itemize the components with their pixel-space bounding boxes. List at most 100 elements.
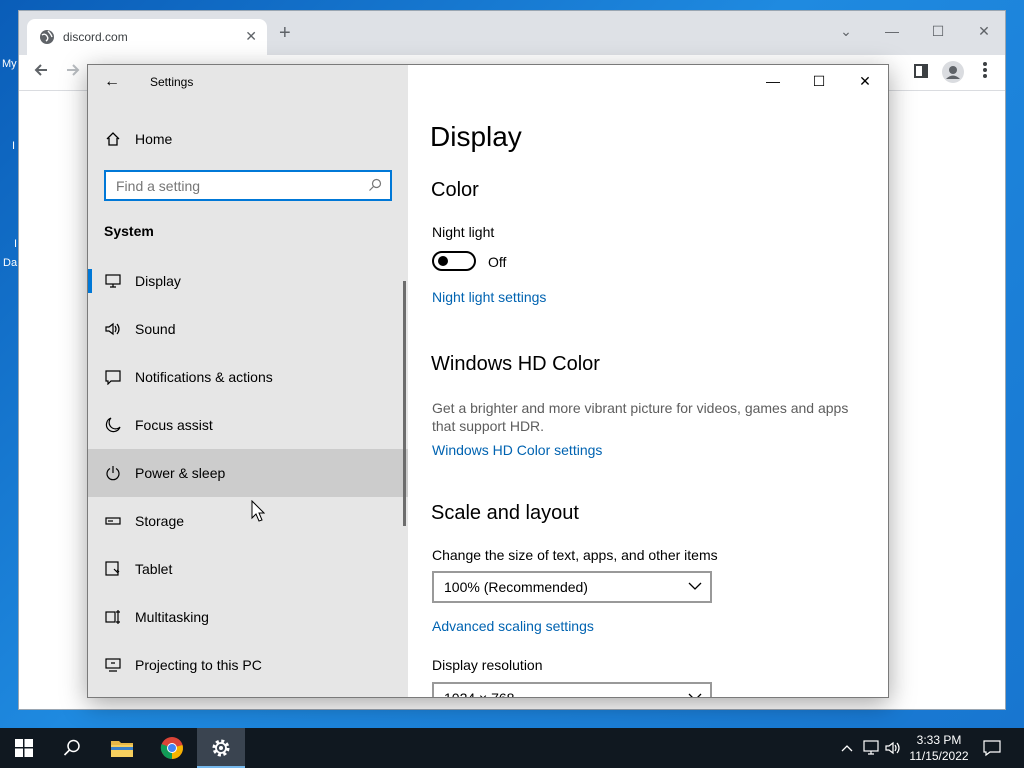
sidebar-item-notifications[interactable]: Notifications & actions — [88, 353, 408, 401]
search-input[interactable] — [106, 172, 356, 199]
resolution-value: 1024 × 768 — [444, 690, 515, 698]
sidebar-item-label: Multitasking — [135, 609, 209, 625]
sidebar-item-label: Notifications & actions — [135, 369, 273, 385]
night-light-state: Off — [488, 254, 507, 270]
window-title: Settings — [150, 75, 194, 89]
hd-color-description: Get a brighter and more vibrant picture … — [432, 400, 849, 434]
close-tab-icon[interactable]: ✕ — [245, 28, 257, 45]
scale-label: Change the size of text, apps, and other… — [432, 547, 718, 563]
settings-sidebar: ← Settings Home System Display — [88, 65, 408, 697]
start-button[interactable] — [0, 728, 48, 768]
chrome-icon — [160, 737, 183, 759]
forward-arrow-icon[interactable] — [61, 61, 85, 85]
home-icon — [104, 130, 122, 148]
sidebar-item-focus-assist[interactable]: Focus assist — [88, 401, 408, 449]
taskbar: 3:33 PM 11/15/2022 — [0, 728, 1024, 768]
minimize-button[interactable]: — — [750, 65, 796, 97]
desktop-icon-label[interactable]: Da — [3, 257, 17, 269]
toggle-knob — [438, 256, 448, 266]
sidebar-item-label: Tablet — [135, 561, 173, 577]
color-heading: Color — [431, 179, 479, 201]
sidebar-item-power-sleep[interactable]: Power & sleep — [88, 449, 408, 497]
taskbar-search-button[interactable] — [48, 728, 96, 768]
back-button[interactable]: ← — [100, 70, 124, 94]
sidebar-item-label: Sound — [135, 321, 176, 337]
night-light-label: Night light — [432, 224, 495, 240]
search-icon — [63, 739, 80, 756]
maximize-button[interactable]: ☐ — [796, 65, 842, 97]
hd-color-heading: Windows HD Color — [431, 353, 600, 375]
clock-date: 11/15/2022 — [909, 749, 969, 763]
sidebar-item-projecting[interactable]: Projecting to this PC — [88, 641, 408, 689]
tab-search-icon[interactable]: ⌄ — [823, 17, 869, 45]
close-button[interactable]: ✕ — [842, 65, 888, 97]
settings-window: ← Settings Home System Display — [87, 64, 889, 698]
notification-icon — [104, 368, 122, 386]
globe-icon — [40, 30, 54, 44]
clock-time: 3:33 PM — [916, 733, 962, 747]
sidebar-item-storage[interactable]: Storage — [88, 497, 408, 545]
sidebar-item-display[interactable]: Display — [88, 257, 408, 305]
sidebar-scrollbar[interactable] — [403, 281, 406, 526]
new-tab-button[interactable]: + — [279, 23, 291, 43]
profile-avatar-icon[interactable] — [941, 61, 965, 85]
desktop-icon-label[interactable]: My — [2, 58, 17, 70]
resolution-dropdown[interactable]: 1024 × 768 — [432, 682, 712, 698]
sidebar-item-label: Power & sleep — [135, 465, 226, 481]
folder-icon — [111, 741, 133, 757]
browser-close-button[interactable]: ✕ — [961, 17, 1007, 45]
power-icon — [104, 464, 122, 482]
advanced-scaling-link[interactable]: Advanced scaling settings — [432, 618, 594, 634]
page-title: Display — [430, 121, 522, 152]
chevron-down-icon — [688, 582, 702, 590]
taskbar-chrome[interactable] — [148, 728, 196, 768]
display-settings-content: — ☐ ✕ Display Color Night light Off Nigh… — [408, 65, 888, 697]
hd-color-settings-link[interactable]: Windows HD Color settings — [432, 442, 602, 458]
browser-tab-title: discord.com — [63, 30, 128, 44]
browser-maximize-button[interactable]: ☐ — [915, 17, 961, 45]
sidebar-item-label: Display — [135, 273, 181, 289]
sidebar-item-label: Storage — [135, 513, 185, 529]
show-hidden-icons-chevron[interactable] — [837, 738, 857, 758]
taskbar-settings[interactable] — [197, 728, 245, 768]
network-icon[interactable] — [861, 738, 881, 758]
search-icon[interactable] — [368, 178, 382, 192]
browser-minimize-button[interactable]: — — [869, 17, 915, 45]
browser-tab-bar: discord.com ✕ + ⌄ — ☐ ✕ — [19, 11, 1005, 55]
scale-layout-heading: Scale and layout — [431, 502, 579, 524]
sidebar-item-sound[interactable]: Sound — [88, 305, 408, 353]
browser-tab[interactable]: discord.com ✕ — [27, 19, 267, 55]
chevron-down-icon — [688, 693, 702, 697]
home-nav-item[interactable]: Home — [104, 127, 172, 151]
sidebar-item-tablet[interactable]: Tablet — [88, 545, 408, 593]
tablet-icon — [104, 560, 122, 578]
speaker-icon — [104, 320, 122, 338]
multitasking-icon — [104, 608, 122, 626]
moon-icon — [104, 416, 122, 434]
night-light-toggle[interactable] — [432, 251, 476, 271]
taskbar-file-explorer[interactable] — [98, 728, 146, 768]
desktop-icon-label[interactable]: I — [14, 238, 17, 250]
scale-value: 100% (Recommended) — [444, 579, 588, 595]
gear-icon — [212, 739, 230, 757]
home-label: Home — [135, 131, 173, 147]
back-arrow-icon[interactable] — [29, 61, 53, 85]
projecting-icon — [104, 656, 122, 674]
storage-icon — [104, 512, 122, 530]
windows-logo-icon — [15, 739, 33, 757]
settings-nav-list: Display Sound Notifications & actions Fo… — [88, 257, 408, 689]
mouse-cursor-icon — [251, 500, 265, 522]
action-center-icon[interactable] — [982, 738, 1002, 758]
sidebar-item-multitasking[interactable]: Multitasking — [88, 593, 408, 641]
volume-icon[interactable] — [884, 738, 904, 758]
side-panel-icon[interactable] — [909, 61, 933, 85]
desktop-icon-label[interactable]: I — [12, 140, 15, 152]
resolution-label: Display resolution — [432, 657, 543, 673]
scale-dropdown[interactable]: 100% (Recommended) — [432, 571, 712, 603]
section-heading: System — [104, 223, 154, 239]
search-box[interactable] — [104, 170, 392, 201]
night-light-settings-link[interactable]: Night light settings — [432, 289, 546, 305]
taskbar-clock[interactable]: 3:33 PM 11/15/2022 — [902, 732, 976, 764]
sidebar-item-label: Projecting to this PC — [135, 657, 262, 673]
more-menu-icon[interactable] — [973, 61, 997, 85]
